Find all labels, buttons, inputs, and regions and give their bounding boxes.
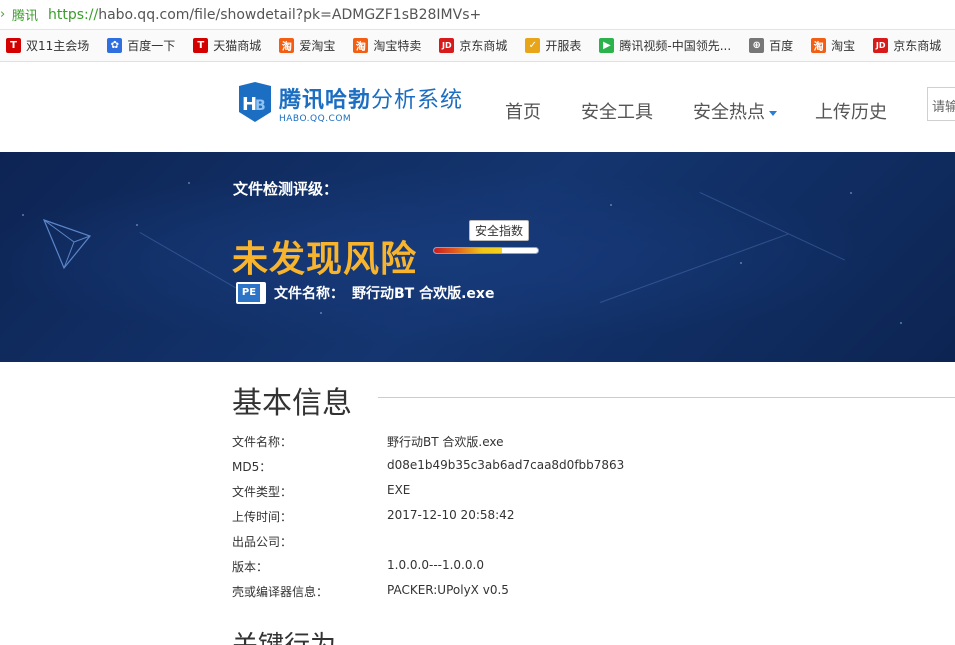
bookmark-label: 双11主会场 [26,39,90,53]
info-key: 文件名称： [232,435,293,449]
info-key: MD5： [232,460,272,474]
nav-upload-history[interactable]: 上传历史 [815,98,887,124]
globe-icon: ⊕ [749,38,765,53]
jd-icon: JD [439,38,455,53]
key-behavior-title: 关键行为 [232,625,336,645]
bookmark-label: 淘宝特卖 [373,39,422,53]
bookmark-item[interactable]: JD 京东商城 [873,37,941,54]
bookmark-label: 京东商城 [893,39,942,53]
file-name-value: 野行动BT 合欢版.exe [352,286,495,302]
info-value: EXE [387,483,411,497]
file-name-line: PE 文件名称： 野行动BT 合欢版.exe [236,282,494,304]
taobao-icon: 淘 [353,38,369,53]
search-input[interactable]: 请输 [927,87,955,121]
bookmark-item[interactable]: 淘淘宝特卖 [353,37,421,54]
basic-info-title: 基本信息 [232,386,352,421]
safety-index-bar [433,247,539,254]
bookmark-label: 开服表 [545,39,582,53]
nav-home[interactable]: 首页 [505,98,541,124]
section-divider [378,397,955,398]
bookmark-label: 百度 [769,39,794,53]
game-icon: ✓ [525,38,541,53]
bookmark-label: 天猫商城 [213,39,262,53]
detection-rating-label: 文件检测评级： [233,180,339,198]
svg-text:B: B [255,98,266,114]
info-row-md5: MD5： d08e1b49b35c3ab6ad7caa8d0fbb7863 [232,458,932,478]
url-text[interactable]: habo.qq.com/file/showdetail?pk=ADMGZF1sB… [98,7,481,23]
info-row-filename: 文件名称： 野行动BT 合欢版.exe [232,433,932,453]
bookmark-label: 京东商城 [459,39,508,53]
bookmark-item[interactable]: 淘爱淘宝 [279,37,335,54]
tencent-video-icon: ▶ [599,38,615,53]
bookmark-label: 百度一下 [127,39,176,53]
detection-banner: 文件检测评级： 未发现风险 安全指数 PE 文件名称： 野行动BT 合欢版.ex… [0,152,955,362]
info-value: 野行动BT 合欢版.exe [387,435,504,449]
chevron-down-icon [769,110,777,116]
site-header: H B 腾讯哈勃分析系统 HABO.QQ.COM 首页 安全工具 安全热点 上传… [0,62,955,152]
info-row-company: 出品公司： [232,533,932,553]
bookmark-label: 爱淘宝 [299,39,336,53]
safety-index-label: 安全指数 [469,220,530,241]
bookmark-item[interactable]: ⊕ 百度 [749,37,793,54]
logo-subtitle: HABO.QQ.COM [279,114,352,124]
nav-security-hotspots[interactable]: 安全热点 [693,98,777,124]
info-value: 1.0.0.0---1.0.0.0 [387,558,484,572]
bookmark-label: 腾讯视频-中国领先... [619,39,732,53]
address-bar[interactable]: › 腾讯 https:// habo.qq.com/file/showdetai… [0,0,955,30]
tmall-t-icon: T [193,38,209,53]
url-scheme[interactable]: https:// [48,7,98,23]
info-key: 文件类型： [232,485,293,499]
file-name-label: 文件名称： [274,286,344,302]
bookmark-item[interactable]: ✓ 开服表 [525,37,581,54]
jd-icon: JD [873,38,889,53]
tmall-t-icon: T [6,38,21,53]
info-key: 上传时间： [232,510,293,524]
habo-logo-icon: H B [235,82,275,124]
info-key: 壳或编译器信息： [232,585,329,599]
habo-logo[interactable]: H B 腾讯哈勃分析系统 HABO.QQ.COM [235,82,463,124]
taobao-icon: 淘 [279,38,295,53]
info-value: 2017-12-10 20:58:42 [387,508,515,522]
logo-title: 腾讯哈勃分析系统 [279,88,464,113]
decorative-triangle-icon [42,218,92,270]
info-row-packer: 壳或编译器信息： PACKER:UPolyX v0.5 [232,583,932,603]
taobao-icon: 淘 [811,38,827,53]
safety-index-fill [434,248,502,253]
info-row-filetype: 文件类型： EXE [232,483,932,503]
secure-lock-icon: › [0,7,6,22]
bookmark-item[interactable]: T 天猫商城 [193,37,261,54]
info-value: PACKER:UPolyX v0.5 [387,583,509,597]
site-identity[interactable]: 腾讯 [12,5,38,24]
verdict-text: 未发现风险 [232,239,418,280]
pe-file-icon: PE [236,282,266,304]
nav-security-tools[interactable]: 安全工具 [581,98,653,124]
baidu-paw-icon: ✿ [107,38,123,53]
bookmark-item[interactable]: JD 京东商城 [439,37,507,54]
bookmark-item[interactable]: T 双11主会场 [6,37,89,54]
info-key: 出品公司： [232,535,293,549]
bookmark-item[interactable]: ▶ 腾讯视频-中国领先... [599,37,731,54]
info-row-upload-time: 上传时间： 2017-12-10 20:58:42 [232,508,932,528]
info-key: 版本： [232,560,269,574]
info-row-version: 版本： 1.0.0.0---1.0.0.0 [232,558,932,578]
safety-index-gauge: 安全指数 [433,220,539,256]
bookmarks-bar: T 双11主会场 ✿ 百度一下 T 天猫商城淘爱淘宝淘淘宝特卖 JD 京东商城 ✓ 开服表 ▶ 腾讯视… [0,30,955,62]
bookmark-item[interactable]: ✿ 百度一下 [107,37,175,54]
bookmark-label: 淘宝 [831,39,856,53]
bookmark-item[interactable]: 淘淘宝 [811,37,855,54]
info-value: d08e1b49b35c3ab6ad7caa8d0fbb7863 [387,458,625,472]
